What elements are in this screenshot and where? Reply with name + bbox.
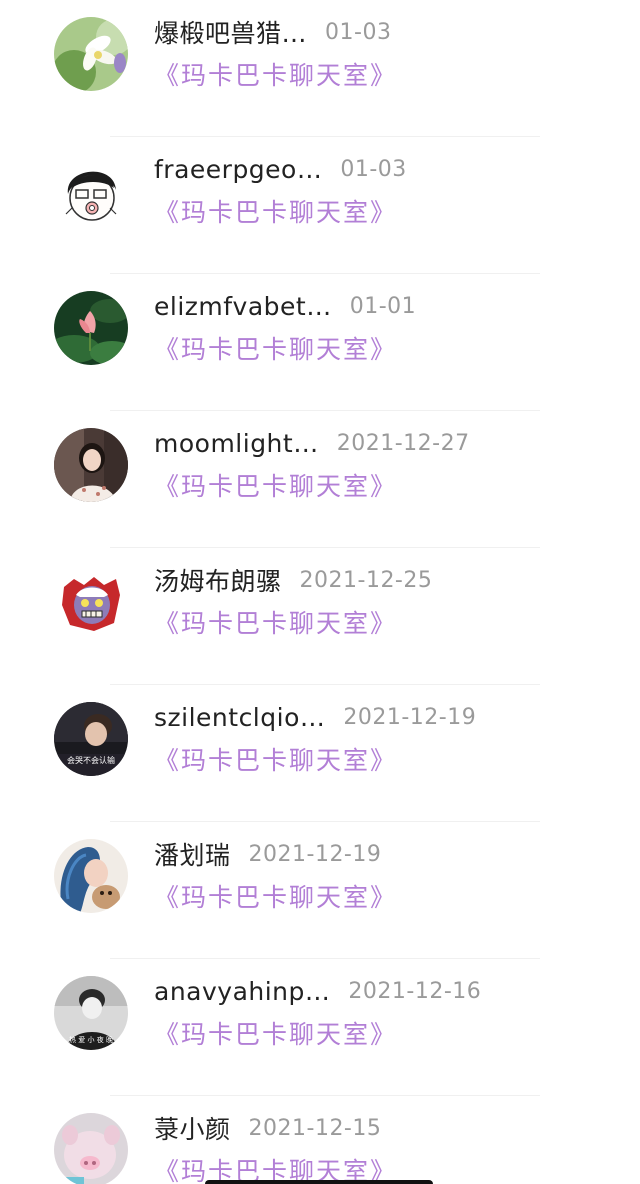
user-name: fraeerpgeo… — [154, 154, 323, 184]
list-item[interactable]: fraeerpgeo… 01-03 《玛卡巴卡聊天室》 — [0, 137, 640, 274]
room-name-link[interactable]: 《玛卡巴卡聊天室》 — [154, 1015, 397, 1051]
message-date: 01-03 — [325, 19, 392, 45]
user-name: szilentclqio… — [154, 702, 326, 732]
room-name-link[interactable]: 《玛卡巴卡聊天室》 — [154, 330, 397, 366]
home-indicator[interactable] — [205, 1180, 433, 1184]
room-name-link[interactable]: 《玛卡巴卡聊天室》 — [154, 878, 397, 914]
user-name: 爆椴吧兽猎… — [154, 19, 308, 48]
blue-hair-avatar[interactable] — [54, 839, 128, 913]
monster-cartoon-avatar[interactable] — [54, 565, 128, 639]
message-list: 爆椴吧兽猎… 01-03 《玛卡巴卡聊天室》 fraeerpgeo… 01-03 — [0, 0, 640, 1184]
user-name: moomlight… — [154, 428, 319, 458]
room-name-link[interactable]: 《玛卡巴卡聊天室》 — [154, 56, 397, 92]
list-item[interactable]: 爆椴吧兽猎… 01-03 《玛卡巴卡聊天室》 — [0, 0, 640, 137]
message-date: 2021-12-19 — [343, 704, 477, 730]
message-date: 2021-12-16 — [348, 978, 482, 1004]
pig-avatar[interactable] — [54, 1113, 128, 1184]
message-date: 2021-12-19 — [248, 841, 382, 867]
list-item[interactable]: 菉小颜 2021-12-15 《玛卡巴卡聊天室》 — [0, 1096, 640, 1184]
girl-photo-avatar[interactable] — [54, 428, 128, 502]
user-name: anavyahinp… — [154, 976, 331, 1006]
message-date: 01-03 — [340, 156, 407, 182]
room-name-link[interactable]: 《玛卡巴卡聊天室》 — [154, 467, 397, 503]
avatar-caption: 会哭不会认输 — [67, 755, 115, 765]
message-date: 2021-12-15 — [248, 1115, 382, 1141]
list-item[interactable]: 汤姆布朗骡 2021-12-25 《玛卡巴卡聊天室》 — [0, 548, 640, 685]
user-name: 菉小颜 — [154, 1115, 231, 1144]
room-name-link[interactable]: 《玛卡巴卡聊天室》 — [154, 741, 397, 777]
flower-avatar[interactable] — [54, 17, 128, 91]
list-item[interactable]: elizmfvabet… 01-01 《玛卡巴卡聊天室》 — [0, 274, 640, 411]
user-name: 潘划瑞 — [154, 841, 231, 870]
list-item[interactable]: 潘划瑞 2021-12-19 《玛卡巴卡聊天室》 — [0, 822, 640, 959]
cartoon-face-avatar[interactable] — [54, 154, 128, 228]
bw-photo-avatar[interactable]: 热 爱 小 夜 晚 — [54, 976, 128, 1050]
avatar-caption: 热 爱 小 夜 晚 — [69, 1035, 113, 1044]
boy-photo-avatar[interactable]: 会哭不会认输 — [54, 702, 128, 776]
room-name-link[interactable]: 《玛卡巴卡聊天室》 — [154, 193, 397, 229]
user-name: 汤姆布朗骡 — [154, 567, 282, 596]
user-name: elizmfvabet… — [154, 291, 332, 321]
message-date: 2021-12-25 — [299, 567, 433, 593]
message-date: 2021-12-27 — [336, 430, 470, 456]
room-name-link[interactable]: 《玛卡巴卡聊天室》 — [154, 604, 397, 640]
lotus-avatar[interactable] — [54, 291, 128, 365]
message-date: 01-01 — [349, 293, 417, 319]
list-item[interactable]: 热 爱 小 夜 晚 anavyahinp… 2021-12-16 《玛卡巴卡聊天… — [0, 959, 640, 1096]
list-item[interactable]: 会哭不会认输 szilentclqio… 2021-12-19 《玛卡巴卡聊天室… — [0, 685, 640, 822]
list-item[interactable]: moomlight… 2021-12-27 《玛卡巴卡聊天室》 — [0, 411, 640, 548]
